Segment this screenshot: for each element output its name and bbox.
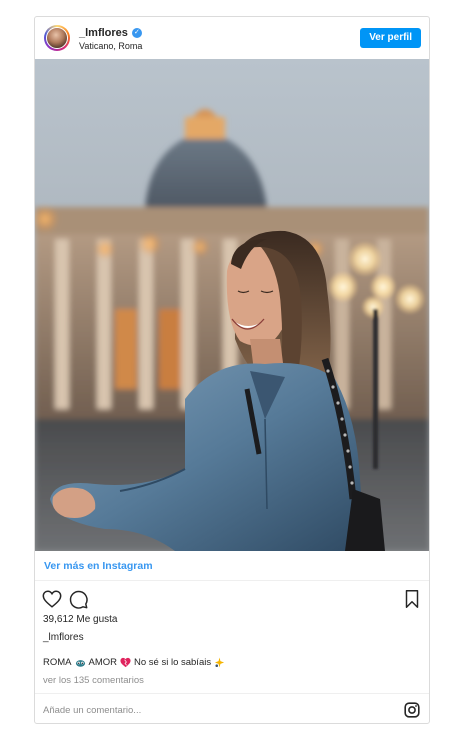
caption: ROMA AMOR No sé si lo sabíais — [43, 657, 225, 668]
caption-text-3: No sé si lo sabíais — [134, 657, 212, 668]
caption-text-1: ROMA — [43, 657, 72, 668]
username[interactable]: _lmflores — [79, 27, 128, 39]
heart-icon[interactable] — [41, 588, 63, 610]
sparkle-emoji-icon — [215, 657, 225, 668]
post-photo[interactable] — [35, 59, 429, 551]
bookmark-icon[interactable] — [401, 588, 423, 610]
view-more-bar: Ver más en Instagram — [35, 551, 429, 581]
heart-emoji-icon — [120, 657, 131, 668]
instagram-icon[interactable] — [404, 702, 420, 718]
view-more-link[interactable]: Ver más en Instagram — [44, 560, 153, 572]
owner-username[interactable]: _lmflores — [43, 632, 84, 643]
view-comments-link[interactable]: ver los 135 comentarios — [43, 675, 144, 686]
comment-input[interactable] — [43, 703, 343, 717]
post-header: _lmflores ✓ Vaticano, Roma Ver perfil — [35, 17, 429, 59]
view-profile-button[interactable]: Ver perfil — [360, 28, 421, 48]
comment-icon[interactable] — [67, 588, 89, 610]
location[interactable]: Vaticano, Roma — [79, 41, 142, 51]
action-bar — [35, 585, 429, 613]
comment-bar — [35, 693, 429, 725]
instagram-embed-card: _lmflores ✓ Vaticano, Roma Ver perfil Ve… — [34, 16, 430, 724]
avatar[interactable] — [44, 25, 70, 51]
likes-count[interactable]: 39,612 Me gusta — [43, 614, 118, 625]
verified-icon: ✓ — [131, 28, 142, 38]
eye-emoji-icon — [75, 660, 85, 667]
caption-text-2: AMOR — [88, 657, 118, 668]
